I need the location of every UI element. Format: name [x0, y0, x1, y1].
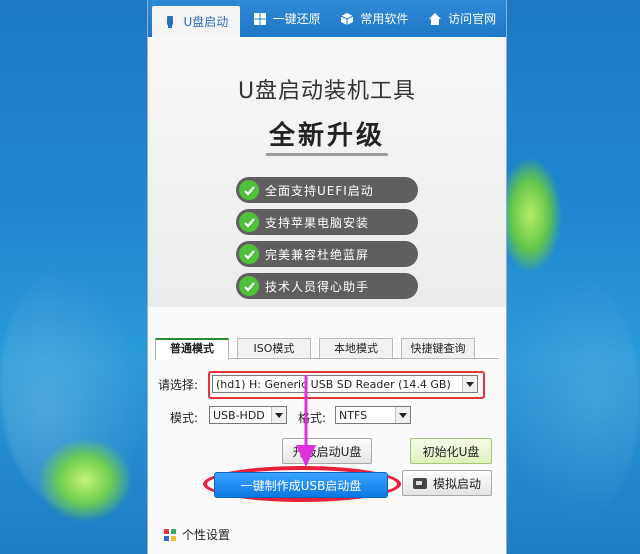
mode-select[interactable]: USB-HDD: [209, 406, 287, 424]
tab-normal-mode[interactable]: 普通模式: [155, 338, 229, 360]
hero-subtitle: 全新升级: [268, 121, 385, 151]
check-icon: [239, 244, 259, 264]
mode-tabs: 普通模式 ISO模式 本地模式 快捷键查询: [155, 338, 499, 360]
home-icon: [429, 12, 442, 25]
settings-label: 个性设置: [182, 528, 231, 542]
wallpaper-bloom-left: [40, 440, 130, 520]
pointer-arrow-icon: [296, 375, 316, 467]
tab-local-mode[interactable]: 本地模式: [319, 338, 393, 358]
palette-icon: [164, 528, 176, 541]
device-select[interactable]: (hd1) H: Generic USB SD Reader (14.4 GB): [212, 375, 478, 393]
wallpaper-glow-right: [490, 270, 640, 530]
tab-shortcut-query[interactable]: 快捷键查询: [401, 338, 475, 358]
device-select-label: 请选择:: [158, 378, 199, 392]
top-navigation: U盘启动 一键还原 常用软件 访问官网: [148, 0, 506, 37]
tab-iso-mode[interactable]: ISO模式: [237, 338, 311, 358]
chevron-down-icon: [271, 407, 286, 423]
hero-divider: [266, 153, 388, 156]
tab-label: 常用软件: [360, 12, 409, 26]
hero-title: U盘启动装机工具: [237, 79, 417, 104]
box-icon: [341, 12, 354, 25]
feature-item: 支持苹果电脑安装: [236, 209, 418, 235]
init-usb-button[interactable]: 初始化U盘: [410, 438, 492, 464]
feature-item: 完美兼容杜绝蓝屏: [236, 241, 418, 267]
feature-label: 支持苹果电脑安装: [265, 215, 370, 230]
check-icon: [239, 276, 259, 296]
feature-label: 技术人员得心助手: [265, 279, 370, 294]
tab-label: 一键还原: [272, 12, 321, 26]
feature-label: 完美兼容杜绝蓝屏: [265, 247, 370, 262]
personal-settings-link[interactable]: 个性设置: [164, 526, 230, 543]
monitor-icon: [412, 477, 427, 489]
app-window: U盘启动 一键还原 常用软件 访问官网 U盘启动装机工具 全新升级 全面支持UE…: [147, 0, 507, 554]
device-value: (hd1) H: Generic USB SD Reader (14.4 GB): [216, 378, 451, 391]
tab-one-click-restore[interactable]: 一键还原: [243, 0, 331, 37]
tab-usb-boot[interactable]: U盘启动: [152, 6, 240, 37]
simulate-boot-button[interactable]: 模拟启动: [402, 470, 492, 496]
simulate-label: 模拟启动: [432, 476, 481, 491]
control-panel: 普通模式 ISO模式 本地模式 快捷键查询 请选择: (hd1) H: Gene…: [148, 307, 506, 554]
tab-official-site[interactable]: 访问官网: [418, 0, 506, 37]
tab-label: 访问官网: [448, 12, 497, 26]
hero-banner: U盘启动装机工具 全新升级 全面支持UEFI启动 支持苹果电脑安装 完美兼容杜绝…: [148, 37, 506, 307]
feature-item: 技术人员得心助手: [236, 273, 418, 299]
mode-value: USB-HDD: [213, 409, 265, 422]
chevron-down-icon: [395, 407, 410, 423]
feature-label: 全面支持UEFI启动: [265, 183, 374, 198]
format-select[interactable]: NTFS: [335, 406, 411, 424]
wallpaper-bloom-right: [500, 160, 560, 270]
format-value: NTFS: [339, 409, 368, 422]
check-icon: [239, 180, 259, 200]
chevron-down-icon: [462, 376, 477, 392]
tab-common-software[interactable]: 常用软件: [331, 0, 419, 37]
windows-icon: [253, 12, 266, 25]
usb-icon: [167, 15, 174, 28]
feature-list: 全面支持UEFI启动 支持苹果电脑安装 完美兼容杜绝蓝屏 技术人员得心助手: [236, 177, 418, 305]
tab-label: U盘启动: [183, 15, 229, 29]
make-usb-boot-button[interactable]: 一键制作成USB启动盘: [214, 472, 388, 498]
feature-item: 全面支持UEFI启动: [236, 177, 418, 203]
check-icon: [239, 212, 259, 232]
mode-label: 模式:: [170, 411, 199, 425]
